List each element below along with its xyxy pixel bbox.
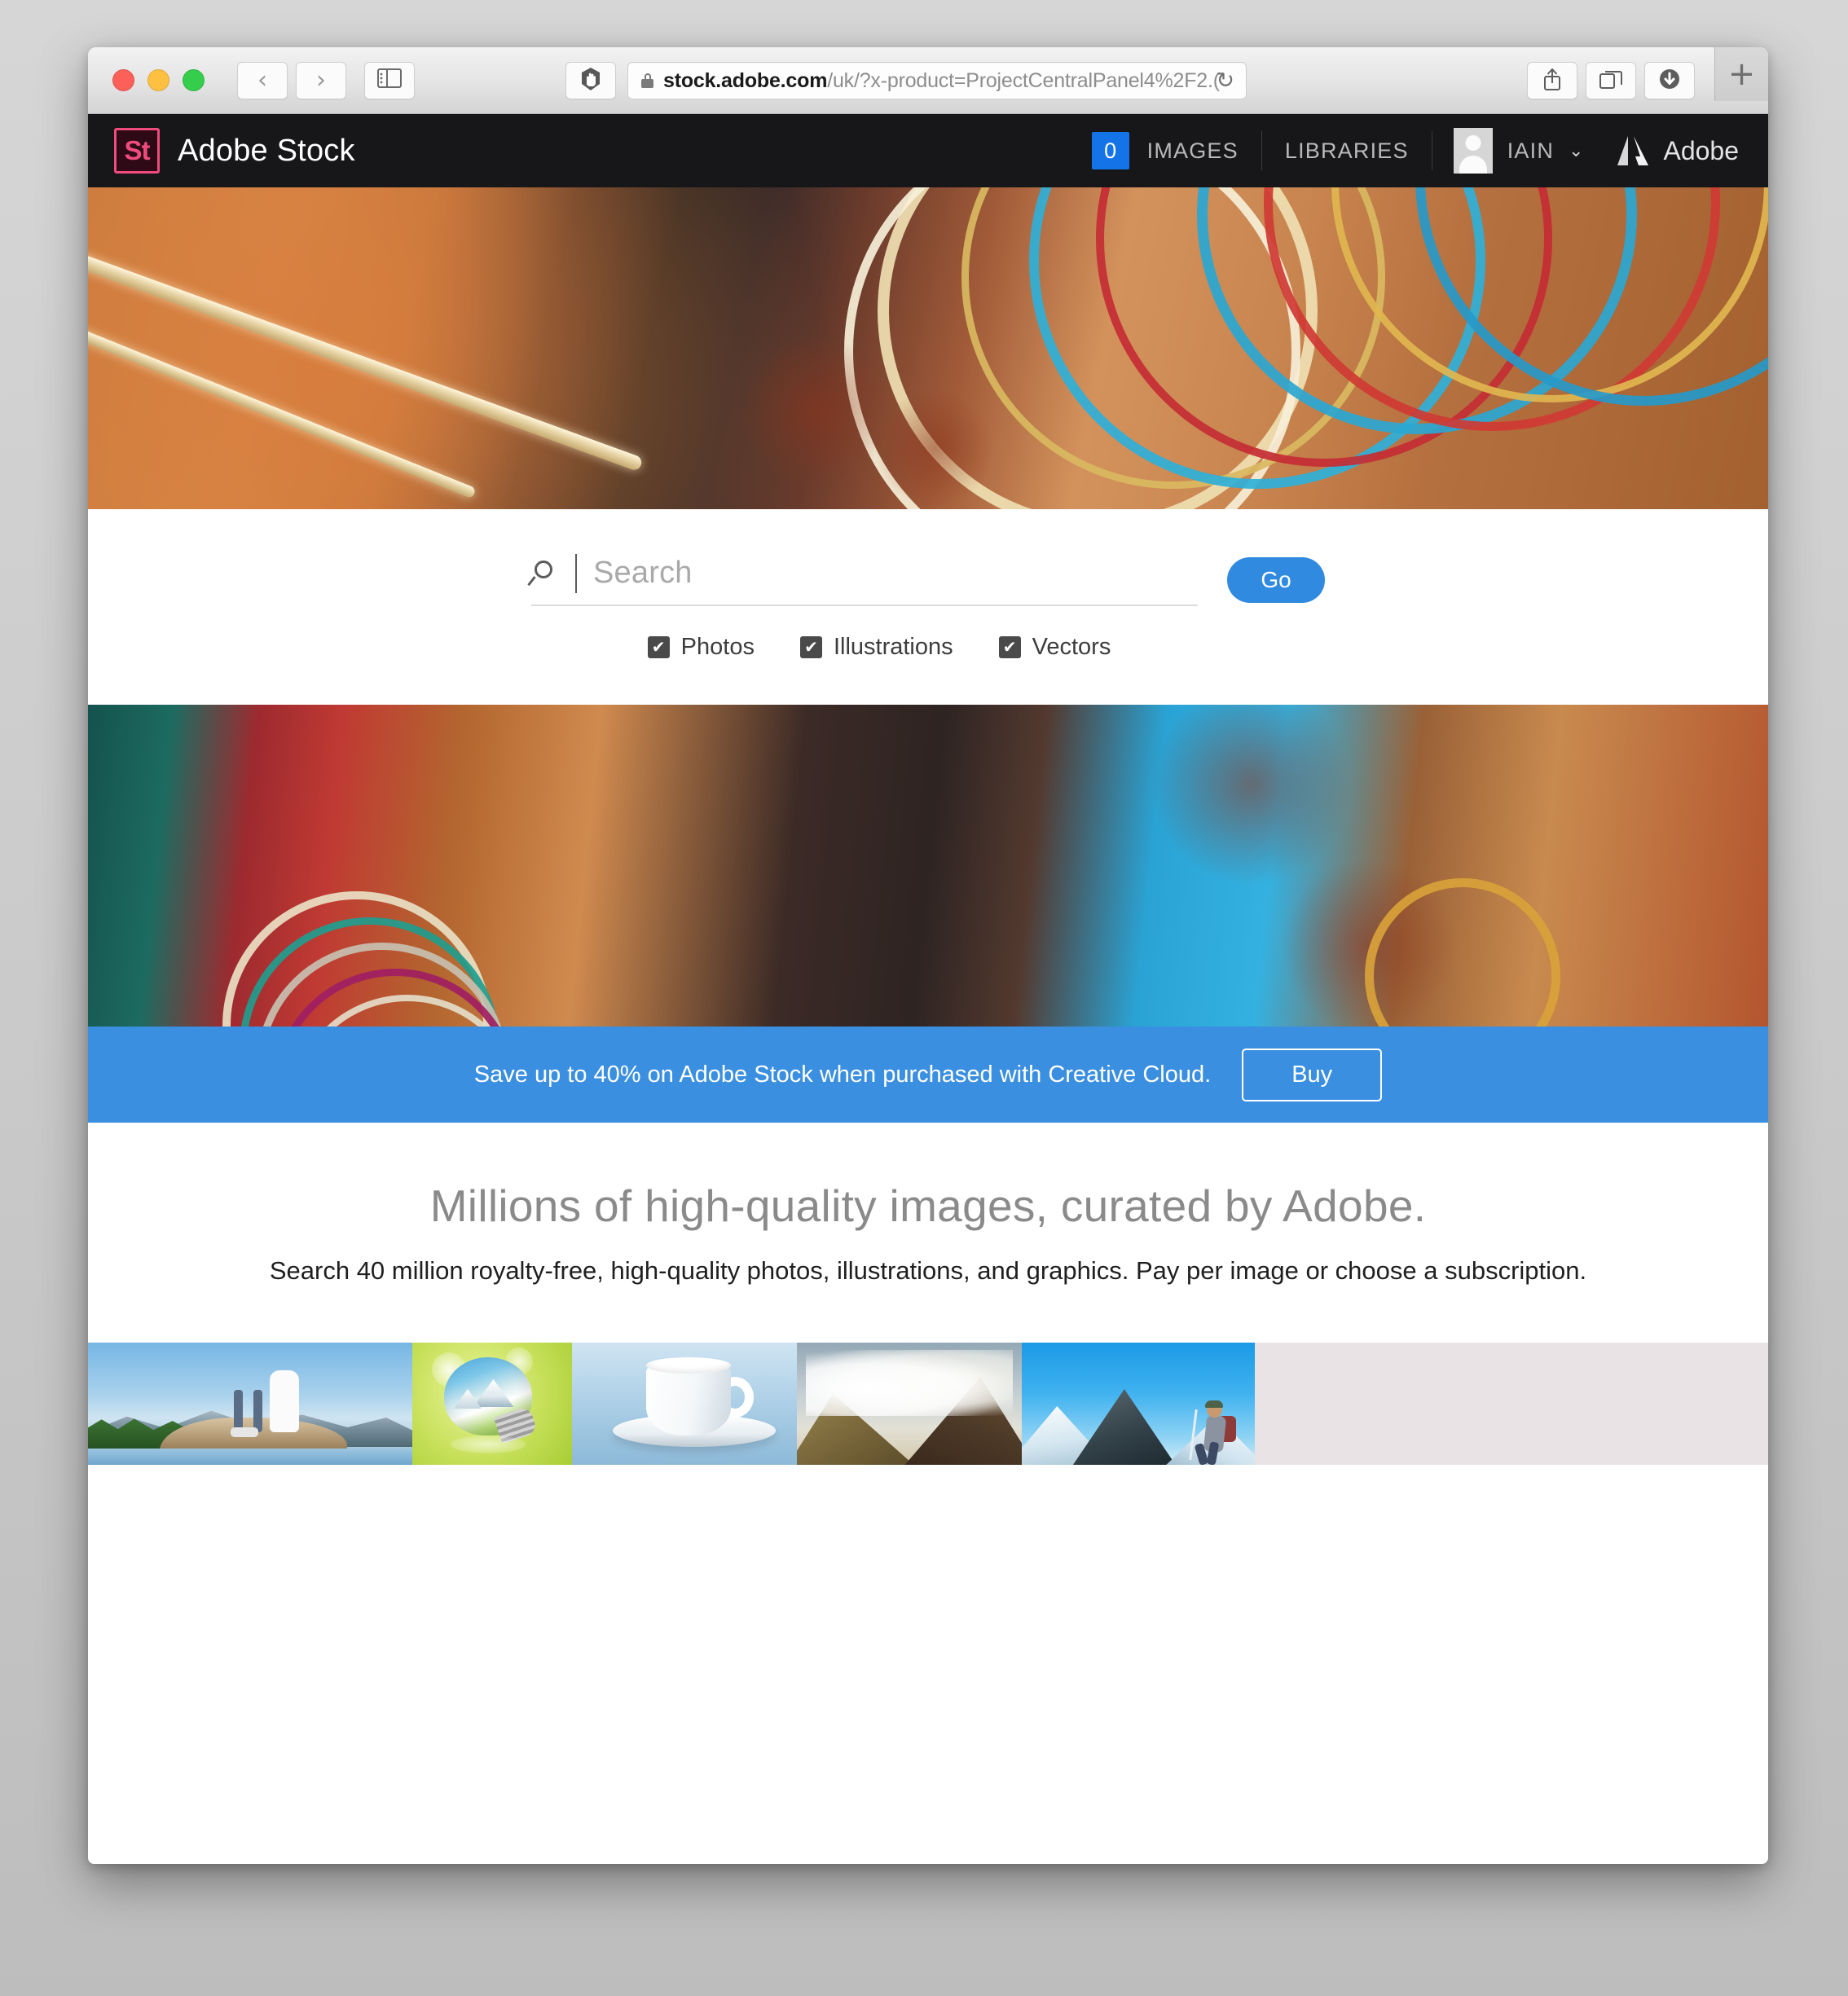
hero-bottom-artwork <box>88 705 1768 1027</box>
share-button[interactable] <box>1527 62 1577 99</box>
forward-button[interactable]: › <box>296 61 346 99</box>
nav-item-images[interactable]: IMAGES <box>1129 138 1261 164</box>
filter-vectors-label: Vectors <box>1032 633 1111 660</box>
back-button[interactable]: ‹ <box>237 61 288 99</box>
hero-image-bottom <box>88 705 1768 1027</box>
adobe-wordmark: Adobe <box>1663 135 1739 165</box>
content-blocker-button[interactable] <box>565 62 616 99</box>
thumbnail-lightbulb[interactable] <box>412 1343 572 1465</box>
featured-thumbnail-strip <box>88 1343 1768 1465</box>
go-button[interactable]: Go <box>1227 556 1325 603</box>
sidebar-icon <box>377 68 402 92</box>
stop-hand-icon <box>579 67 602 95</box>
checkbox-checked-icon[interactable]: ✔ <box>998 635 1021 658</box>
user-name-label: IAIN <box>1507 138 1555 163</box>
url-path: /uk/?x-product=ProjectCentralPanel4%2F2.… <box>827 68 1220 92</box>
show-all-tabs-button[interactable] <box>1586 62 1636 99</box>
filter-illustrations-label: Illustrations <box>833 633 953 660</box>
new-tab-button[interactable]: + <box>1714 47 1768 101</box>
filter-vectors[interactable]: ✔ Vectors <box>998 633 1111 661</box>
downloads-button[interactable] <box>1644 62 1695 99</box>
buy-button[interactable]: Buy <box>1242 1048 1383 1101</box>
search-section: Search Go ✔ Photos ✔ Illustrations ✔ Vec… <box>88 509 1768 705</box>
page-subheadline: Search 40 million royalty-free, high-qua… <box>269 1256 1587 1285</box>
web-page-content: St Adobe Stock 0 IMAGES LIBRARIES IAIN ⌄ <box>88 114 1768 1864</box>
user-account-menu[interactable]: IAIN ⌄ <box>1432 128 1605 174</box>
show-sidebar-button[interactable] <box>364 61 415 99</box>
nav-item-libraries[interactable]: LIBRARIES <box>1262 138 1432 164</box>
zoom-window-button[interactable] <box>183 69 205 91</box>
sidebar-toggle-group <box>364 61 415 99</box>
filter-photos[interactable]: ✔ Photos <box>647 633 755 661</box>
minimize-window-button[interactable] <box>147 69 169 91</box>
cart-count-badge[interactable]: 0 <box>1091 132 1129 169</box>
address-bar[interactable]: stock.adobe.com/uk/?x-product=ProjectCen… <box>627 62 1247 99</box>
navigation-right-group: 0 IMAGES LIBRARIES IAIN ⌄ Adobe <box>1091 114 1739 187</box>
promo-banner: Save up to 40% on Adobe Stock when purch… <box>88 1027 1768 1123</box>
chevron-left-icon: ‹ <box>257 65 267 95</box>
avatar <box>1453 128 1493 174</box>
share-icon <box>1542 67 1563 95</box>
chevron-down-icon: ⌄ <box>1569 140 1584 161</box>
adobe-home-link[interactable]: Adobe <box>1604 134 1739 167</box>
safari-browser-window: ‹ › stock.adobe.com/uk/?x-product=Projec… <box>88 47 1768 1864</box>
url-host: stock.adobe.com <box>663 68 828 92</box>
search-input[interactable]: Search <box>527 553 1198 606</box>
tabs-icon <box>1599 68 1623 95</box>
chevron-right-icon: › <box>316 65 326 95</box>
reload-icon[interactable]: ↻ <box>1216 70 1234 92</box>
adobe-logo-icon <box>1616 134 1650 167</box>
thumbnail-mountains-clouds[interactable] <box>797 1343 1022 1465</box>
brand-link[interactable]: St Adobe Stock <box>114 128 355 174</box>
lock-icon <box>641 73 653 88</box>
toolbar-right-group: + <box>1527 47 1768 101</box>
navigation-buttons: ‹ › <box>237 61 346 99</box>
thumbnail-hikers[interactable] <box>88 1343 412 1465</box>
filter-illustrations[interactable]: ✔ Illustrations <box>799 633 953 661</box>
marketing-section: Millions of high-quality images, curated… <box>88 1123 1768 1343</box>
search-icon <box>527 559 559 588</box>
text-cursor <box>575 553 577 593</box>
site-navigation-bar: St Adobe Stock 0 IMAGES LIBRARIES IAIN ⌄ <box>88 114 1768 187</box>
page-headline: Millions of high-quality images, curated… <box>429 1180 1427 1231</box>
promo-text: Save up to 40% on Adobe Stock when purch… <box>473 1061 1212 1088</box>
search-filters: ✔ Photos ✔ Illustrations ✔ Vectors <box>647 633 1111 661</box>
adobe-stock-logo-icon: St <box>114 128 160 174</box>
close-window-button[interactable] <box>112 69 134 91</box>
search-row: Search Go <box>527 553 1325 606</box>
brand-title: Adobe Stock <box>178 133 355 168</box>
hero-image-top <box>88 187 1768 509</box>
checkbox-checked-icon[interactable]: ✔ <box>799 635 822 658</box>
search-placeholder: Search <box>593 556 693 590</box>
window-controls <box>112 69 205 91</box>
checkbox-checked-icon[interactable]: ✔ <box>647 635 670 658</box>
filter-photos-label: Photos <box>680 633 755 660</box>
download-icon <box>1657 67 1682 95</box>
hero-top-artwork <box>88 187 1768 509</box>
browser-toolbar: ‹ › stock.adobe.com/uk/?x-product=Projec… <box>88 47 1768 114</box>
thumbnail-mountain-climber[interactable] <box>1022 1343 1255 1465</box>
url-text: stock.adobe.com/uk/?x-product=ProjectCen… <box>663 69 1220 93</box>
desktop-background: ‹ › stock.adobe.com/uk/?x-product=Projec… <box>0 0 1848 1996</box>
thumbnail-coffee-cup[interactable] <box>572 1343 797 1465</box>
address-bar-zone: stock.adobe.com/uk/?x-product=ProjectCen… <box>565 62 1247 99</box>
